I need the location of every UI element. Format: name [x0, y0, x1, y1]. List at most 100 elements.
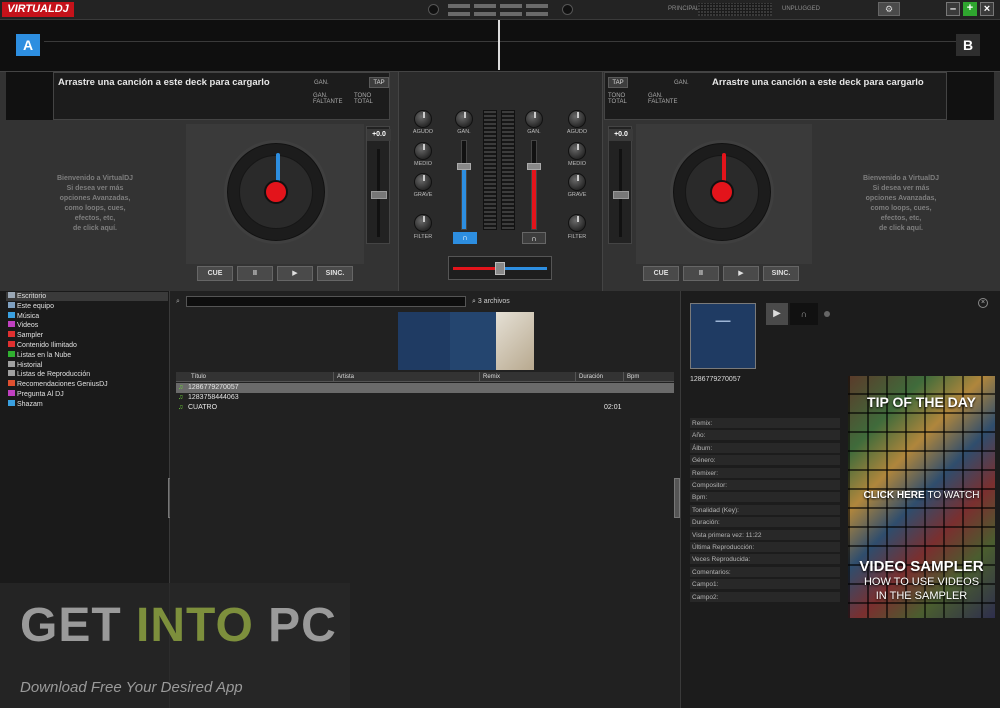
- deck-a-tap-button[interactable]: TAP: [369, 77, 389, 88]
- tree-item[interactable]: Pregunta Al DJ: [8, 390, 64, 399]
- column-duration[interactable]: Duración: [576, 372, 624, 382]
- tag-field[interactable]: Veces Reproducida:: [690, 554, 840, 566]
- tree-item[interactable]: Sampler: [8, 331, 43, 340]
- tag-field[interactable]: Bpm:: [690, 492, 840, 504]
- volume-thumb[interactable]: [527, 163, 541, 170]
- tag-field[interactable]: Campo1:: [690, 579, 840, 591]
- table-row[interactable]: ♫ 1283758444063: [176, 393, 674, 403]
- crossfader[interactable]: [448, 256, 552, 280]
- tree-item[interactable]: Shazam: [8, 399, 43, 409]
- tag-field[interactable]: Vista primera vez: 11:22: [690, 529, 840, 541]
- left-filter-knob[interactable]: [414, 214, 432, 232]
- tag-field[interactable]: Tonalidad (Key):: [690, 504, 840, 516]
- table-row[interactable]: ♫ CUATRO 02:01: [176, 403, 674, 413]
- tree-item-label: Sampler: [17, 332, 44, 340]
- tag-field[interactable]: Remixer:: [690, 467, 840, 479]
- minimize-button[interactable]: –: [946, 2, 960, 16]
- cover-thumb[interactable]: [398, 312, 450, 370]
- search-input[interactable]: [186, 296, 466, 307]
- deck-a-platter[interactable]: [224, 140, 328, 244]
- tree-item[interactable]: Música: [8, 311, 39, 321]
- column-remix[interactable]: Remix: [480, 372, 576, 382]
- tag-field[interactable]: Remix:: [690, 418, 840, 429]
- headphone-icon[interactable]: ∩: [522, 232, 546, 244]
- volume-thumb[interactable]: [457, 163, 471, 170]
- top-control[interactable]: [448, 12, 470, 16]
- tip-of-the-day-ad[interactable]: TIP OF THE DAY CLICK HERE TO WATCH VIDEO…: [848, 376, 995, 618]
- tree-item[interactable]: Historial: [8, 360, 42, 370]
- prev-circle-button[interactable]: [428, 4, 439, 15]
- crossfader-thumb[interactable]: [495, 262, 505, 275]
- deck-b-platter[interactable]: [670, 140, 774, 244]
- deck-a-pitch[interactable]: +0.0: [366, 126, 391, 244]
- cover-thumb[interactable]: [450, 312, 496, 370]
- tag-field[interactable]: Año:: [690, 430, 840, 442]
- tag-field[interactable]: Álbum:: [690, 442, 840, 454]
- cover-flow[interactable]: [398, 312, 534, 370]
- right-filter-knob[interactable]: [568, 214, 586, 232]
- maximize-button[interactable]: +: [963, 2, 977, 16]
- deck-b-tap-button[interactable]: TAP: [608, 77, 628, 88]
- tag-field[interactable]: Comentarios:: [690, 566, 840, 578]
- deck-b-pause-button[interactable]: II: [683, 266, 719, 281]
- deck-b-pitch[interactable]: +0.0: [608, 126, 633, 244]
- tag-field[interactable]: Compositor:: [690, 480, 840, 491]
- tree-item[interactable]: Escritorio: [6, 292, 168, 301]
- right-treble-knob[interactable]: [568, 110, 586, 128]
- next-circle-button[interactable]: [562, 4, 573, 15]
- tree-item[interactable]: Videos: [8, 321, 38, 330]
- deck-a-welcome[interactable]: Bienvenido a VirtualDJ Si desea ver más …: [40, 174, 150, 234]
- info-play-button[interactable]: ▶: [766, 303, 788, 325]
- right-bass-knob[interactable]: [568, 173, 586, 191]
- tag-field[interactable]: Campo2:: [690, 591, 840, 603]
- tree-item[interactable]: Listas en la Nube: [8, 350, 71, 360]
- waveform-strip[interactable]: [0, 20, 1000, 72]
- deck-a-play-button[interactable]: ▶: [277, 266, 313, 281]
- pitch-thumb[interactable]: [371, 191, 387, 199]
- right-volume-fader[interactable]: [527, 140, 541, 230]
- top-control[interactable]: [474, 4, 496, 8]
- top-control[interactable]: [526, 12, 548, 16]
- top-control[interactable]: [526, 4, 548, 8]
- close-icon[interactable]: ×: [978, 298, 988, 308]
- deck-b-sync-button[interactable]: SINC.: [763, 266, 799, 281]
- deck-a-cue-button[interactable]: CUE: [197, 266, 233, 281]
- deck-b-cue-button[interactable]: CUE: [643, 266, 679, 281]
- tag-field[interactable]: Última Reproducción:: [690, 542, 840, 553]
- tag-field[interactable]: Duración:: [690, 517, 840, 529]
- headphone-icon[interactable]: ∩: [790, 303, 818, 325]
- deck-a-pause-button[interactable]: II: [237, 266, 273, 281]
- deck-b-welcome[interactable]: Bienvenido a VirtualDJ Si desea ver más …: [846, 174, 956, 234]
- table-row[interactable]: ♫ 1286779270057: [176, 383, 674, 393]
- top-control[interactable]: [448, 4, 470, 8]
- tree-item[interactable]: Contenido Ilimitado: [8, 341, 77, 350]
- top-control[interactable]: [474, 12, 496, 16]
- column-title[interactable]: Título: [188, 372, 334, 382]
- pitch-thumb[interactable]: [613, 191, 629, 199]
- tree-item[interactable]: Este equipo: [8, 301, 54, 311]
- left-mid-knob[interactable]: [414, 142, 432, 160]
- platter-needle: [722, 153, 726, 183]
- left-bass-knob[interactable]: [414, 173, 432, 191]
- left-treble-knob[interactable]: [414, 110, 432, 128]
- deck-a-sync-button[interactable]: SINC.: [317, 266, 353, 281]
- column-bpm[interactable]: Bpm: [624, 372, 674, 382]
- cover-thumb[interactable]: [496, 312, 534, 370]
- left-volume-fader[interactable]: [457, 140, 471, 230]
- top-control[interactable]: [500, 12, 522, 16]
- close-button[interactable]: ×: [980, 2, 994, 16]
- top-control[interactable]: [500, 4, 522, 8]
- deck-b-play-button[interactable]: ▶: [723, 266, 759, 281]
- gear-icon[interactable]: ⚙: [878, 2, 900, 16]
- headphone-icon[interactable]: ∩: [453, 232, 477, 244]
- deck-b-badge[interactable]: B: [956, 34, 980, 56]
- column-artist[interactable]: Artista: [334, 372, 480, 382]
- right-gain-knob[interactable]: [525, 110, 543, 128]
- left-gain-knob[interactable]: [455, 110, 473, 128]
- tree-item[interactable]: Recomendaciones GeniusDJ: [8, 380, 108, 389]
- right-mid-knob[interactable]: [568, 142, 586, 160]
- tree-item[interactable]: Listas de Reproducción: [8, 370, 90, 379]
- tag-field[interactable]: Género:: [690, 455, 840, 467]
- welcome-line: opciones Avanzadas,: [59, 195, 131, 202]
- deck-a-badge[interactable]: A: [16, 34, 40, 56]
